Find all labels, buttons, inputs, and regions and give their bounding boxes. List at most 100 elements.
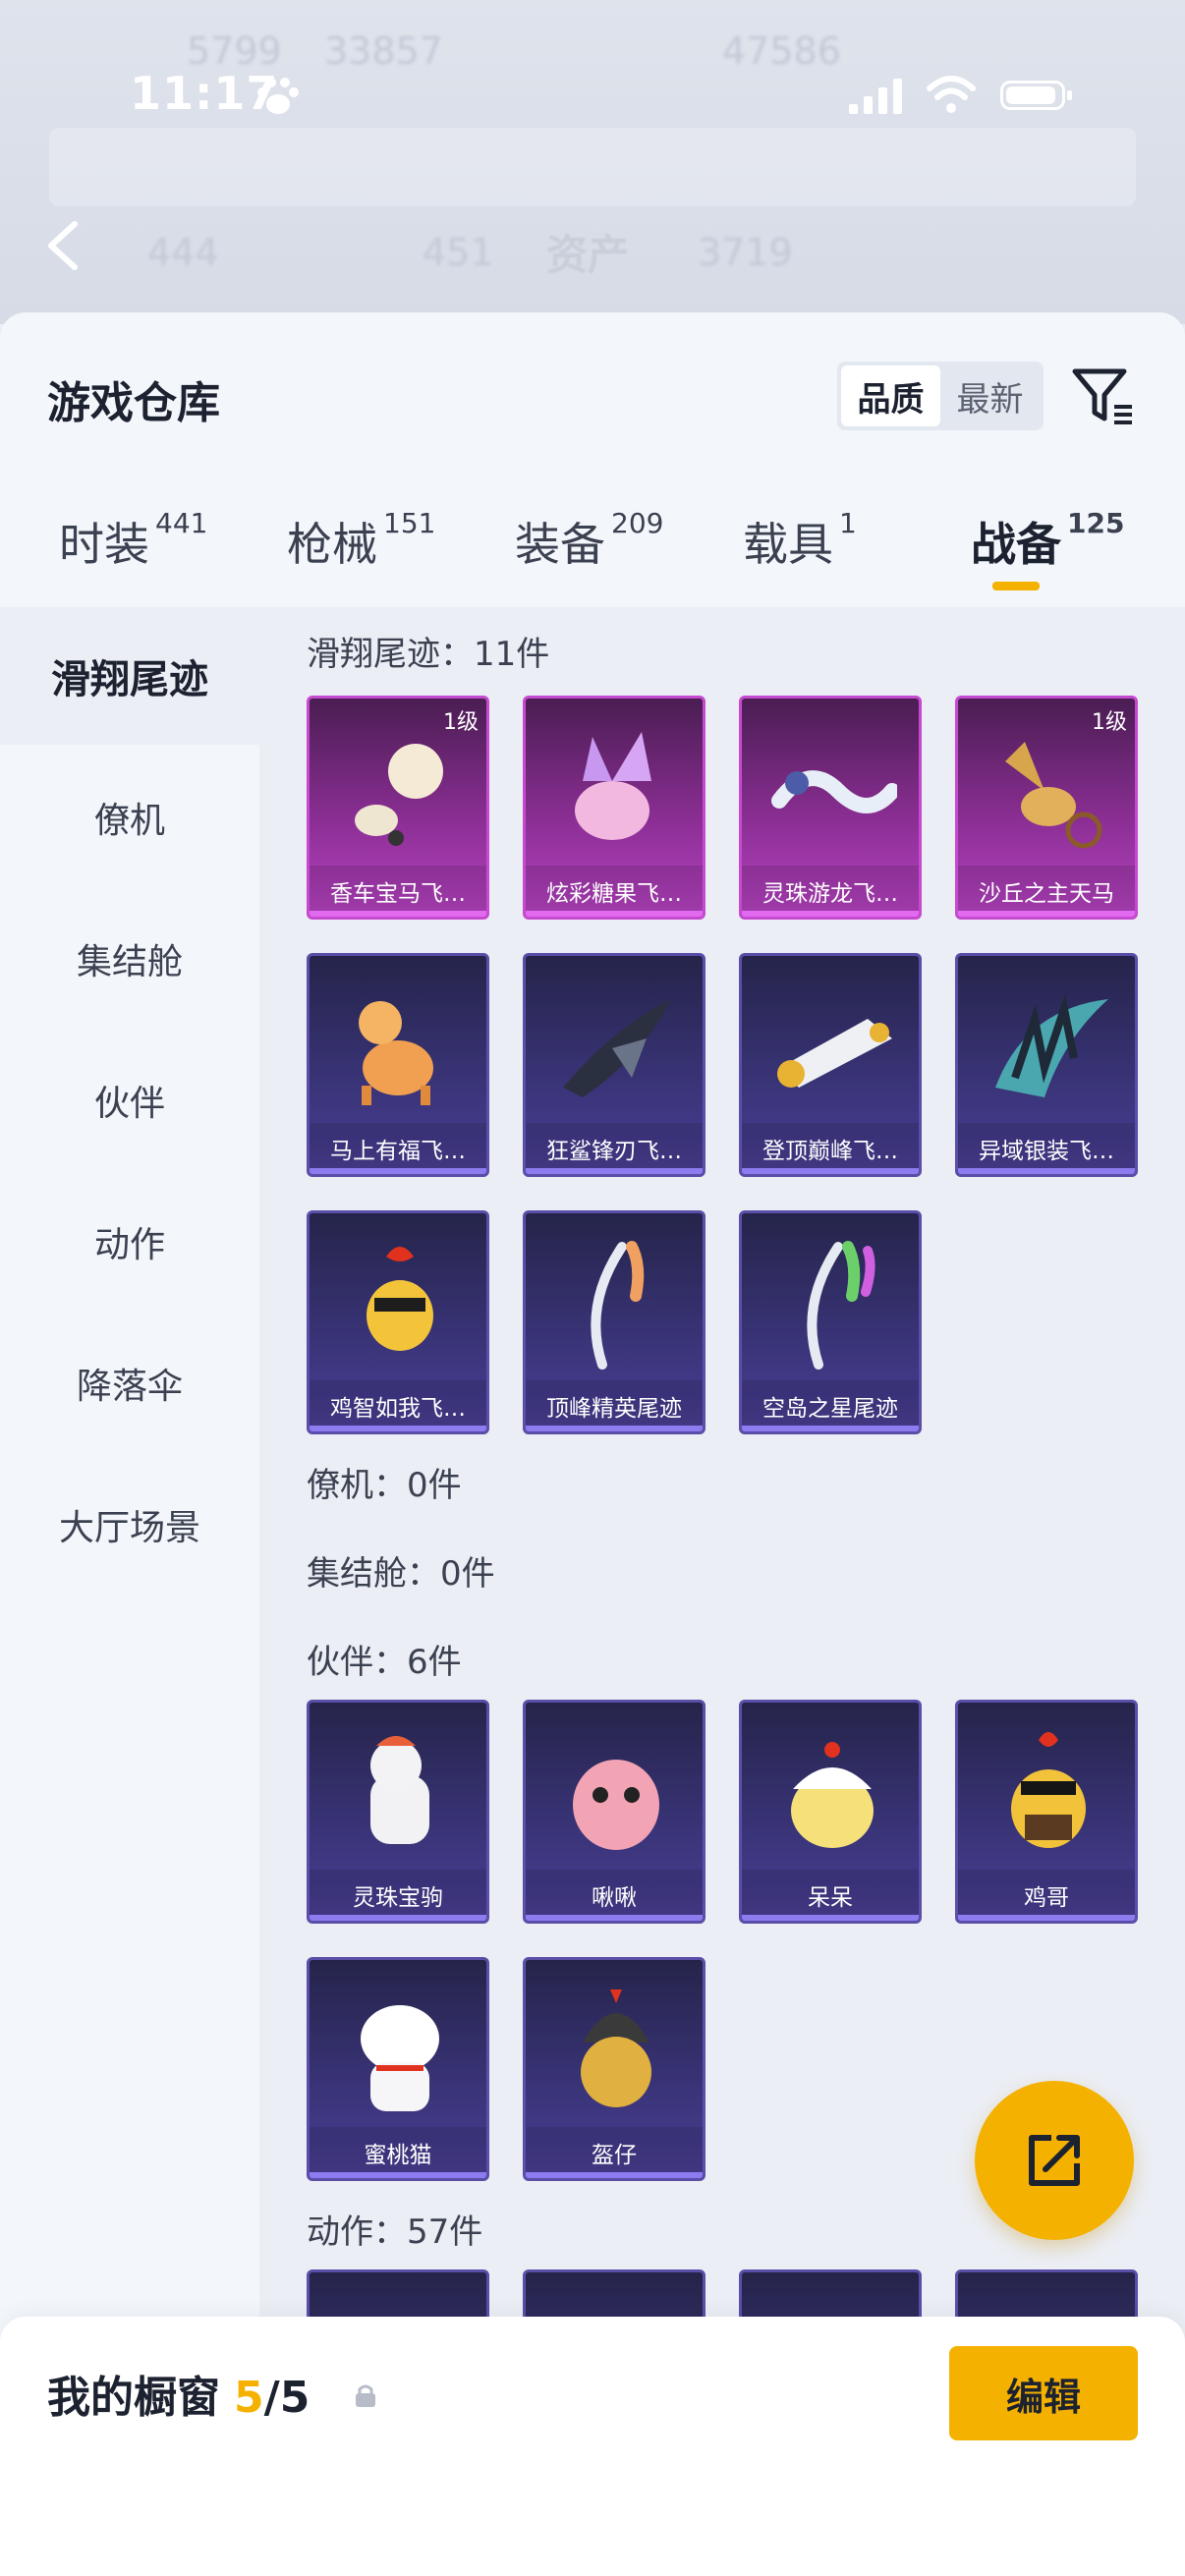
sidebar-item-lobby-scene[interactable]: 大厅场景 (0, 1456, 259, 1594)
sidebar-item-action[interactable]: 动作 (0, 1173, 259, 1311)
item-card[interactable]: 呆呆 (739, 1700, 922, 1924)
sheet-header: 游戏仓库 品质 最新 时装 441 枪械 151 装备 209 载具 1 战备 … (0, 312, 1185, 607)
sort-option-newest[interactable]: 最新 (940, 365, 1040, 426)
item-card[interactable] (523, 2269, 705, 2317)
item-card[interactable]: 灵珠宝驹 (307, 1700, 489, 1924)
ghost-value: 33857 (324, 29, 443, 73)
tab-label: 枪械 (287, 518, 377, 571)
item-name: 沙丘之主天马 (958, 866, 1135, 917)
item-card[interactable]: 顶峰精英尾迹 (523, 1210, 705, 1434)
tab-label: 战备 (971, 518, 1061, 571)
item-art (367, 1247, 433, 1351)
item-card[interactable]: 狂鲨锋刃飞… (523, 953, 705, 1177)
tab-combat-gear[interactable]: 战备 125 (971, 507, 1125, 574)
showcase-title: 我的橱窗 (47, 2373, 220, 2423)
item-card[interactable] (307, 2269, 489, 2317)
item-art (581, 1989, 651, 2107)
item-card[interactable]: 灵珠游龙飞… (739, 696, 922, 920)
item-art (563, 999, 671, 1097)
filter-icon[interactable] (1071, 364, 1136, 428)
item-card[interactable] (955, 2269, 1138, 2317)
item-name: 盔仔 (526, 2127, 703, 2178)
item-card[interactable] (739, 2269, 922, 2317)
item-card[interactable]: 异域银装飞… (955, 953, 1138, 1177)
tab-count: 1 (839, 507, 857, 539)
item-card[interactable]: 盔仔 (523, 1957, 705, 2181)
tab-count: 125 (1067, 507, 1125, 539)
section-title-glide: 滑翔尾迹：11件 (307, 635, 550, 674)
paw-icon (257, 78, 299, 114)
share-button[interactable] (975, 2081, 1134, 2240)
sheet-title: 游戏仓库 (47, 378, 220, 428)
tab-count: 209 (611, 507, 664, 539)
sort-toggle: 品质 最新 (837, 362, 1044, 430)
showcase-bar: 我的橱窗 5 /5 编辑 (0, 2317, 1185, 2576)
item-name: 鸡智如我飞… (310, 1380, 486, 1431)
item-art (777, 1019, 892, 1088)
tab-guns[interactable]: 枪械 151 (287, 507, 436, 574)
item-card[interactable]: 炫彩糖果飞… (523, 696, 705, 920)
item-name: 灵珠宝驹 (310, 1870, 486, 1921)
item-art (807, 1241, 875, 1370)
item-card[interactable]: 啾啾 (523, 1700, 705, 1924)
tab-equipment[interactable]: 装备 209 (515, 507, 664, 574)
item-name: 啾啾 (526, 1870, 703, 1921)
item-card[interactable]: 蜜桃猫 (307, 1957, 489, 2181)
section-title-partner: 伙伴：6件 (307, 1643, 462, 1682)
tab-label: 时装 (59, 518, 149, 571)
item-art (1011, 1732, 1086, 1848)
battery-icon (1000, 81, 1072, 110)
item-art (591, 1241, 645, 1370)
background-title: 资产 (546, 231, 630, 279)
sidebar-item-pod[interactable]: 集结舱 (0, 890, 259, 1028)
item-art (771, 770, 897, 813)
background-page: 5799 33857 47586 444 451 3719 资产 (0, 0, 1185, 324)
tab-vehicles[interactable]: 载具 1 (743, 507, 857, 574)
item-name: 灵珠游龙飞… (742, 866, 919, 917)
item-card[interactable]: 鸡智如我飞… (307, 1210, 489, 1434)
item-art (575, 732, 651, 840)
sidebar: 滑翔尾迹 僚机 集结舱 伙伴 动作 降落伞 大厅场景 (0, 607, 259, 2576)
item-card[interactable]: 空岛之星尾迹 (739, 1210, 922, 1434)
sidebar-item-wingman[interactable]: 僚机 (0, 749, 259, 886)
sidebar-item-partner[interactable]: 伙伴 (0, 1032, 259, 1169)
item-art (359, 1001, 433, 1105)
showcase-count: 5 (234, 2373, 264, 2423)
ghost-value: 451 (423, 231, 494, 274)
item-card[interactable]: 鸡哥 (955, 1700, 1138, 1924)
tab-fashion[interactable]: 时装 441 (59, 507, 207, 574)
item-name: 顶峰精英尾迹 (526, 1380, 703, 1431)
item-name: 狂鲨锋刃飞… (526, 1123, 703, 1174)
wifi-icon (927, 76, 976, 113)
tab-label: 装备 (515, 518, 605, 571)
signal-icon (849, 79, 902, 114)
sidebar-item-glide-trail[interactable]: 滑翔尾迹 (0, 607, 259, 745)
sort-option-quality[interactable]: 品质 (841, 365, 940, 426)
item-name: 登顶巅峰飞… (742, 1123, 919, 1174)
item-name: 呆呆 (742, 1870, 919, 1921)
item-art (995, 993, 1108, 1097)
showcase-total: /5 (263, 2373, 310, 2423)
item-name: 炫彩糖果飞… (526, 866, 703, 917)
edit-button[interactable]: 编辑 (949, 2346, 1138, 2440)
item-art (355, 744, 443, 846)
item-name: 空岛之星尾迹 (742, 1380, 919, 1431)
item-card[interactable]: 1级 沙丘之主天马 (955, 696, 1138, 920)
item-name: 马上有福飞… (310, 1123, 486, 1174)
item-card[interactable]: 登顶巅峰飞… (739, 953, 922, 1177)
showcase-label: 我的橱窗 5 /5 (47, 2362, 310, 2425)
item-card[interactable]: 马上有福飞… (307, 953, 489, 1177)
sidebar-item-parachute[interactable]: 降落伞 (0, 1315, 259, 1452)
section-title-pod: 集结舱：0件 (307, 1554, 495, 1594)
item-art (1005, 742, 1102, 849)
back-icon[interactable] (39, 216, 88, 275)
section-title-wingman: 僚机：0件 (307, 1466, 462, 1505)
item-art (370, 1736, 429, 1844)
item-grid-area: 滑翔尾迹：11件 1级 香车宝马飞… 炫彩糖果飞… 灵珠游龙飞… 1级 沙丘之主… (259, 607, 1185, 2317)
item-card[interactable]: 1级 香车宝马飞… (307, 696, 489, 920)
tab-count: 151 (383, 507, 436, 539)
section-title-action: 动作：57件 (307, 2212, 483, 2252)
lock-icon (356, 2384, 375, 2407)
category-tabs: 时装 441 枪械 151 装备 209 载具 1 战备 125 (0, 507, 1185, 607)
item-name: 蜜桃猫 (310, 2127, 486, 2178)
